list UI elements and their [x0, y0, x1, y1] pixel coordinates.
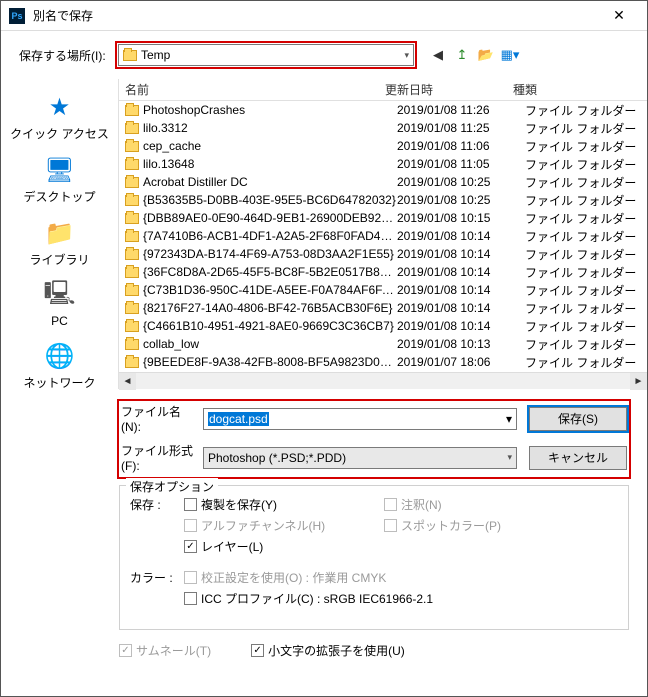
thumbnail-checkbox: ✓サムネール(T): [119, 642, 211, 659]
file-row[interactable]: {36FC8D8A-2D65-45F5-BC8F-5B2E0517B8BC}20…: [119, 263, 647, 281]
spot-checkbox: スポットカラー(P): [384, 517, 564, 534]
file-row[interactable]: lilo.33122019/01/08 11:25ファイル フォルダー: [119, 119, 647, 137]
place-item[interactable]: 📁ライブラリ: [1, 213, 118, 274]
col-date[interactable]: 更新日時: [385, 81, 513, 98]
file-row[interactable]: {7A7410B6-ACB1-4DF1-A2A5-2F68F0FAD40A}20…: [119, 227, 647, 245]
folder-icon: [125, 177, 139, 188]
folder-icon: [125, 267, 139, 278]
chevron-down-icon[interactable]: ▾: [506, 412, 512, 426]
folder-icon: [125, 231, 139, 242]
file-row[interactable]: collab_low2019/01/08 10:13ファイル フォルダー: [119, 335, 647, 353]
folder-icon: [125, 249, 139, 260]
chevron-down-icon: ▾: [404, 50, 409, 61]
lowercase-ext-checkbox[interactable]: ✓小文字の拡張子を使用(U): [251, 642, 405, 659]
cancel-button[interactable]: キャンセル: [529, 446, 627, 470]
layer-checkbox[interactable]: ✓レイヤー(L): [184, 538, 384, 555]
file-row[interactable]: lilo.136482019/01/08 11:05ファイル フォルダー: [119, 155, 647, 173]
save-button[interactable]: 保存(S): [529, 407, 627, 431]
up-icon[interactable]: ↥: [453, 46, 471, 64]
filetype-combo[interactable]: Photoshop (*.PSD;*.PDD) ▾: [203, 447, 517, 469]
file-row[interactable]: PhotoshopCrashes2019/01/08 11:26ファイル フォル…: [119, 101, 647, 119]
alpha-checkbox: アルファチャンネル(H): [184, 517, 384, 534]
proof-checkbox: 校正設定を使用(O) : 作業用 CMYK: [184, 569, 433, 586]
folder-icon: [123, 50, 137, 61]
copy-checkbox[interactable]: 複製を保存(Y): [184, 496, 384, 513]
places-bar: ★クイック アクセス🖥デスクトップ📁ライブラリ🖳PC🌐ネットワーク: [1, 79, 119, 389]
folder-icon: [125, 321, 139, 332]
location-combo[interactable]: Temp ▾: [118, 44, 414, 66]
folder-icon: [125, 285, 139, 296]
file-row[interactable]: {972343DA-B174-4F69-A753-08D3AA2F1E55}20…: [119, 245, 647, 263]
icc-checkbox[interactable]: ICC プロファイル(C) : sRGB IEC61966-2.1: [184, 590, 433, 607]
folder-icon: [125, 105, 139, 116]
close-button[interactable]: ✕: [599, 1, 639, 31]
title-bar: Ps 別名で保存 ✕: [1, 1, 647, 31]
filename-value: dogcat.psd: [208, 412, 269, 426]
file-row[interactable]: cep_cache2019/01/08 11:06ファイル フォルダー: [119, 137, 647, 155]
chevron-down-icon: ▾: [507, 452, 512, 463]
save-options-group: 保存オプション 保存 : 複製を保存(Y) 注釈(N) アルファチャンネル(H)…: [119, 485, 629, 630]
file-row[interactable]: {C4661B10-4951-4921-8AE0-9669C3C36CB7}20…: [119, 317, 647, 335]
folder-icon: [125, 141, 139, 152]
folder-icon: [125, 213, 139, 224]
back-icon[interactable]: ◀: [429, 46, 447, 64]
save-sublabel: 保存 :: [130, 496, 184, 513]
annotation-checkbox: 注釈(N): [384, 496, 564, 513]
options-group-label: 保存オプション: [126, 478, 218, 495]
horizontal-scrollbar[interactable]: ◄ ►: [119, 372, 647, 389]
folder-icon: [125, 123, 139, 134]
file-row[interactable]: {C73B1D36-950C-41DE-A5EE-F0A784AF6FAB}20…: [119, 281, 647, 299]
view-menu-icon[interactable]: ▦▾: [501, 46, 519, 64]
file-list[interactable]: PhotoshopCrashes2019/01/08 11:26ファイル フォル…: [119, 101, 647, 372]
file-row[interactable]: Acrobat Distiller DC2019/01/08 10:25ファイル…: [119, 173, 647, 191]
folder-icon: [125, 159, 139, 170]
folder-icon: [125, 357, 139, 368]
folder-icon: [125, 339, 139, 350]
filetype-label: ファイル形式(F):: [121, 442, 199, 473]
filetype-value: Photoshop (*.PSD;*.PDD): [208, 451, 346, 465]
place-item[interactable]: 🖳PC: [1, 276, 118, 334]
filename-input[interactable]: dogcat.psd ▾: [203, 408, 517, 430]
file-row[interactable]: {DBB89AE0-0E90-464D-9EB1-26900DEB9245}20…: [119, 209, 647, 227]
window-title: 別名で保存: [33, 7, 599, 24]
app-icon: Ps: [9, 8, 25, 24]
location-folder: Temp: [141, 48, 170, 62]
location-label: 保存する場所(I):: [19, 47, 109, 64]
scroll-right-icon[interactable]: ►: [630, 373, 647, 390]
place-item[interactable]: 🖥デスクトップ: [1, 150, 118, 211]
scroll-left-icon[interactable]: ◄: [119, 373, 136, 390]
color-sublabel: カラー :: [130, 569, 184, 586]
place-item[interactable]: ★クイック アクセス: [1, 87, 118, 148]
folder-icon: [125, 303, 139, 314]
file-row[interactable]: {9BEEDE8F-9A38-42FB-8008-BF5A9823D07A}20…: [119, 353, 647, 371]
file-row[interactable]: {82176F27-14A0-4806-BF42-76B5ACB30F6E}20…: [119, 299, 647, 317]
filename-label: ファイル名(N):: [121, 403, 199, 434]
file-row[interactable]: {B53635B5-D0BB-403E-95E5-BC6D64782032}20…: [119, 191, 647, 209]
folder-icon: [125, 195, 139, 206]
place-item[interactable]: 🌐ネットワーク: [1, 336, 118, 397]
col-type[interactable]: 種類: [513, 81, 647, 98]
column-headers[interactable]: 名前 更新日時 種類: [119, 79, 647, 101]
col-name[interactable]: 名前: [125, 81, 385, 98]
new-folder-icon[interactable]: 📂: [477, 46, 495, 64]
